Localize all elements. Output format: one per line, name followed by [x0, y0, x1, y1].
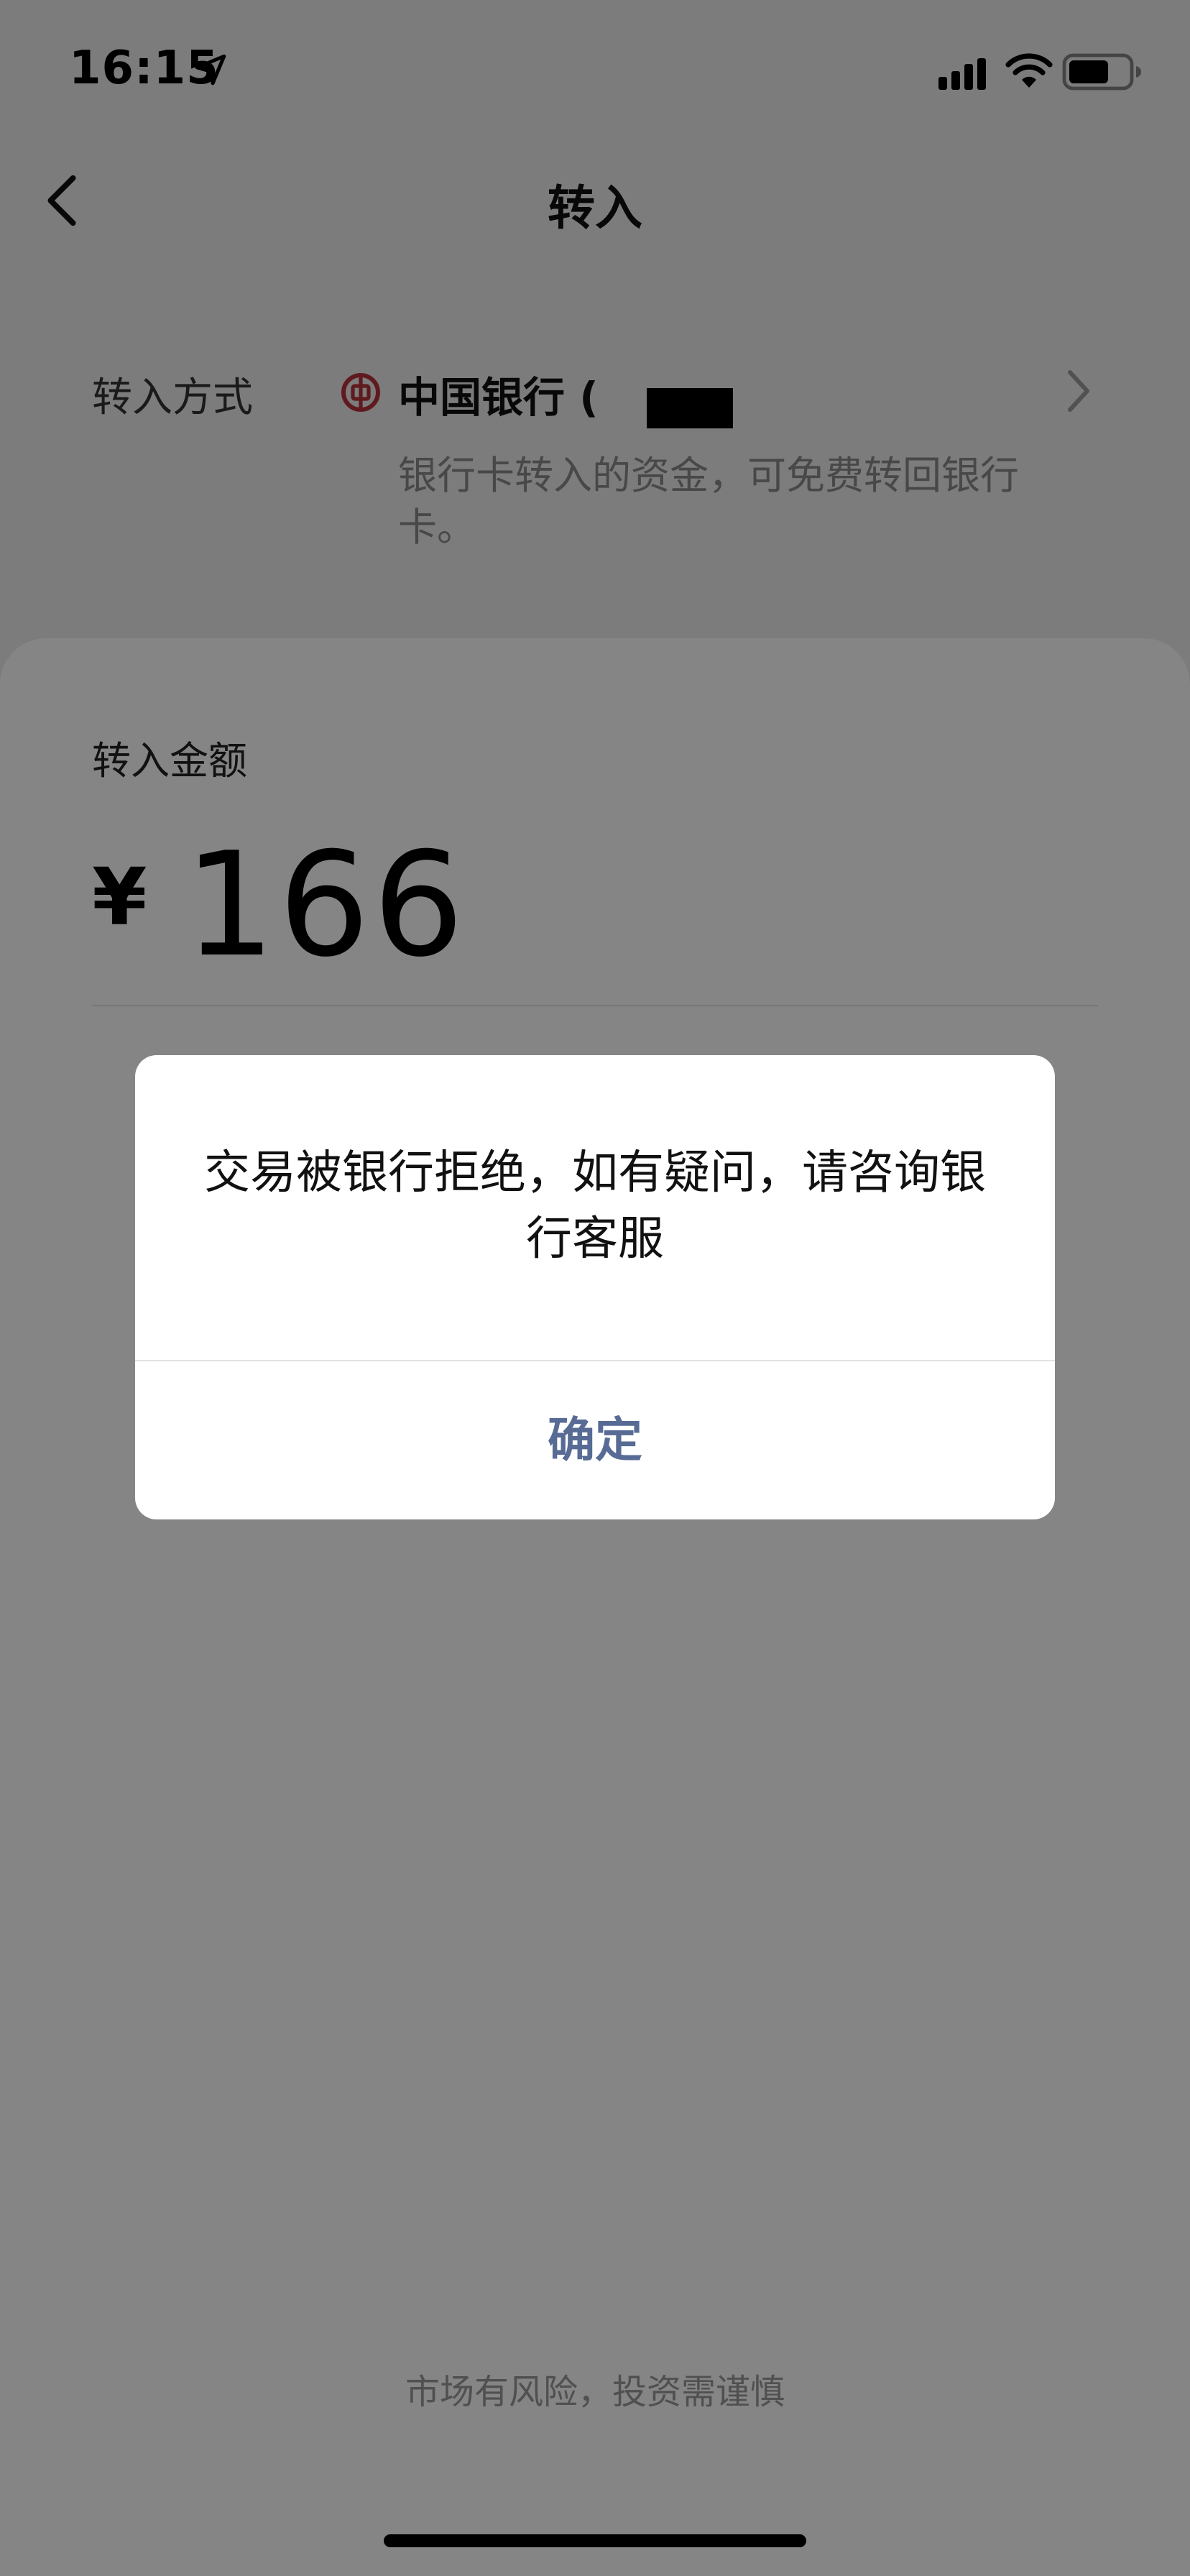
app-screen: 16:15 转入 转入方式 中国银行 (银行卡转入的资金，可免费转回银行卡。 … — [0, 0, 1190, 2576]
dialog-message: 交易被银行拒绝，如有疑问，请咨询银行客服 — [204, 1146, 986, 1266]
confirm-button[interactable]: 确定 — [135, 1361, 1055, 1519]
alert-dialog: 交易被银行拒绝，如有疑问，请咨询银行客服 确定 — [135, 1055, 1055, 1519]
